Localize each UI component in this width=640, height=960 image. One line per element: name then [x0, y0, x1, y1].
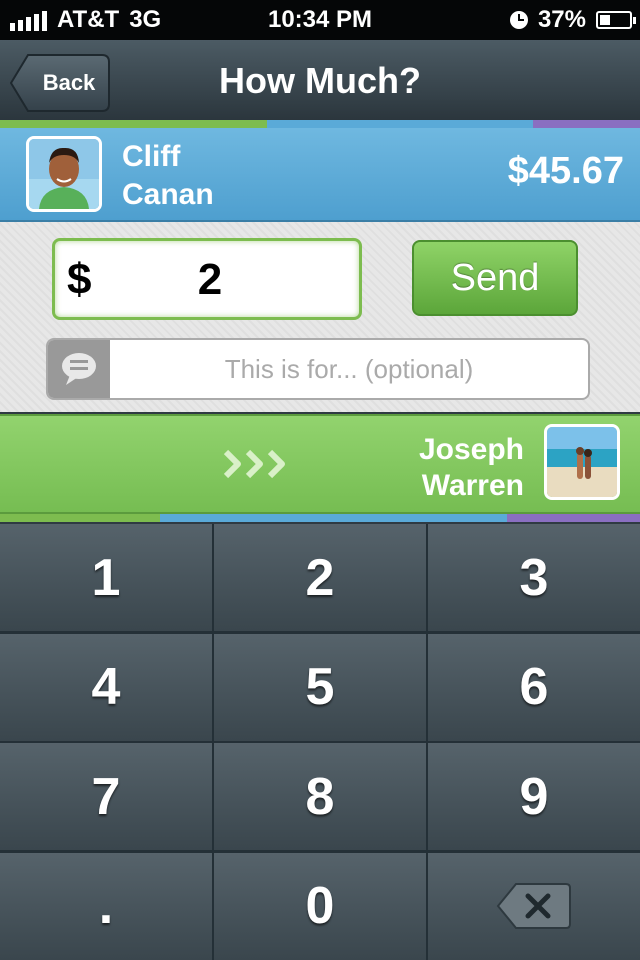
- memo-icon-box: [48, 340, 110, 398]
- key-7[interactable]: 7: [0, 743, 212, 850]
- payee-avatar: [544, 424, 620, 500]
- chevrons-right-icon: [223, 449, 285, 479]
- payer-balance: $45.67: [507, 150, 624, 192]
- memo-placeholder: This is for... (optional): [224, 354, 474, 384]
- key-4[interactable]: 4: [0, 633, 212, 741]
- key-1[interactable]: 1: [0, 524, 212, 631]
- payer-row: Cliff Canan $45.67: [0, 128, 640, 222]
- speech-bubble-icon: [62, 353, 96, 385]
- backspace-icon: [496, 883, 571, 929]
- key-decimal[interactable]: .: [0, 852, 212, 960]
- status-bar: AT&T 3G 10:34 PM 37%: [0, 0, 640, 40]
- memo-input[interactable]: This is for... (optional): [46, 338, 590, 400]
- payer-first-name: Cliff: [122, 140, 181, 173]
- payee-row: Joseph Warren: [0, 414, 640, 514]
- amount-value: 2: [197, 255, 223, 304]
- color-stripe-top: [0, 120, 640, 128]
- payee-last-name: Warren: [421, 469, 524, 502]
- color-stripe-bottom: [0, 514, 640, 522]
- person-avatar-illustration: [29, 139, 99, 209]
- key-8[interactable]: 8: [214, 743, 426, 850]
- payer-last-name: Canan: [122, 178, 214, 211]
- key-5[interactable]: 5: [214, 633, 426, 741]
- amount-input[interactable]: $ 2: [52, 238, 362, 320]
- key-backspace[interactable]: [428, 852, 640, 960]
- beach-photo-image: [547, 427, 617, 497]
- battery-icon: [596, 11, 636, 29]
- numeric-keypad: 1 2 3 4 5 6 7 8 9 . 0: [0, 524, 640, 960]
- key-9[interactable]: 9: [428, 743, 640, 850]
- battery-fill: [600, 15, 610, 25]
- amount-entry-area: $ 2 Send This is for... (optional): [0, 222, 640, 412]
- key-0[interactable]: 0: [214, 852, 426, 960]
- payee-first-name: Joseph: [418, 433, 524, 466]
- key-3[interactable]: 3: [428, 524, 640, 631]
- alarm-clock-icon: [509, 11, 528, 29]
- send-button[interactable]: Send: [412, 240, 578, 316]
- payer-avatar: [26, 136, 102, 212]
- page-title: How Much?: [219, 60, 421, 101]
- key-2[interactable]: 2: [214, 524, 426, 631]
- battery-percent: 37%: [537, 6, 586, 33]
- app-screen: AT&T 3G 10:34 PM 37% Back How Much? Clif…: [0, 0, 640, 960]
- navigation-bar: Back How Much?: [0, 40, 640, 120]
- key-6[interactable]: 6: [428, 633, 640, 741]
